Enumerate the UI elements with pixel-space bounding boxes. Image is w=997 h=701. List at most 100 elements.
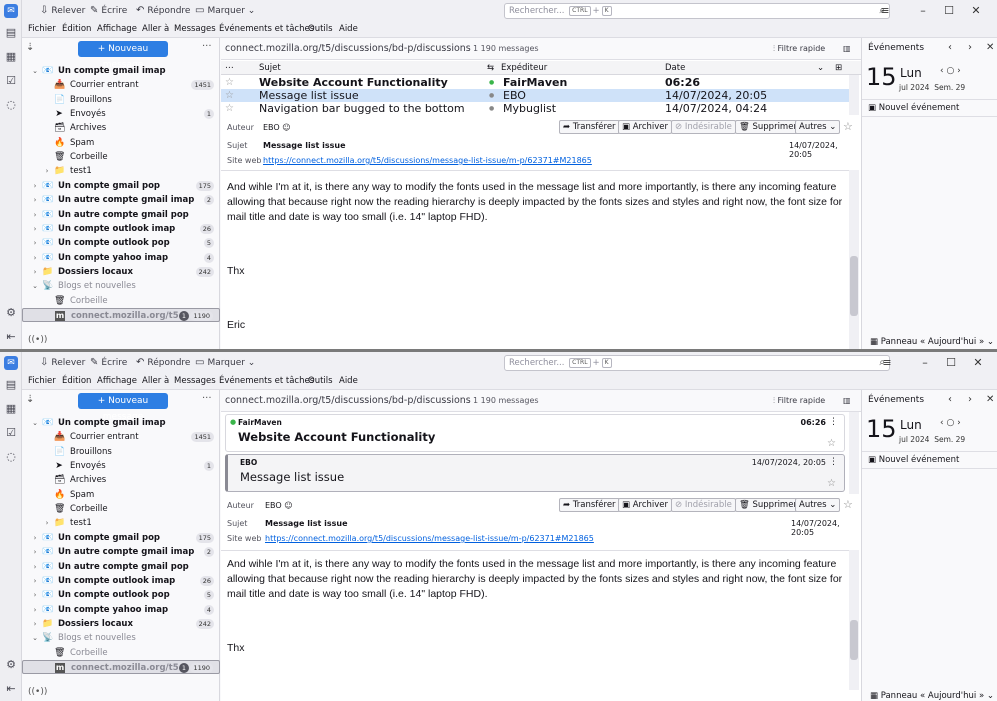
junk-button[interactable]: ⊘ Indésirable	[671, 120, 736, 134]
folder-item[interactable]: › 📧 Un compte outlook pop 5	[22, 236, 220, 250]
folder-item[interactable]: › 📧 Un autre compte gmail imap 2	[22, 193, 220, 207]
tasks-icon[interactable]: ☑	[4, 426, 18, 440]
folder-item[interactable]: m connect.mozilla.org/t5... 1 1190	[22, 659, 220, 674]
folder-item[interactable]: › 📧 Un compte outlook imap 26	[22, 574, 220, 588]
folder-item[interactable]: ⌄ 📧 Un compte gmail imap	[22, 64, 220, 78]
col-subject[interactable]: Sujet	[259, 63, 281, 73]
folder-item[interactable]: 📥 Courrier entrant 1451	[22, 78, 220, 92]
folder-item[interactable]: 🔥 Spam	[22, 136, 220, 150]
thread-col-icon[interactable]: ⋯	[225, 63, 234, 73]
write-button[interactable]: ✎ Écrire	[90, 355, 127, 371]
close-icon[interactable]: ✕	[967, 3, 985, 19]
body-scrollbar[interactable]	[849, 550, 859, 690]
message-card[interactable]: ● FairMaven 06:26 ⋮ Website Account Func…	[225, 414, 845, 452]
menu-help[interactable]: Aide	[339, 24, 358, 34]
chat-icon[interactable]: ◌	[4, 450, 18, 464]
scroll-thumb[interactable]	[850, 620, 858, 660]
settings-icon[interactable]: ⚙	[4, 306, 18, 320]
twisty-icon[interactable]: ›	[31, 208, 39, 222]
reply-button[interactable]: ↶ Répondre	[136, 355, 190, 371]
forward-button[interactable]: ➦ Transférer	[559, 120, 620, 134]
twisty-icon[interactable]: ›	[31, 617, 39, 631]
folder-item[interactable]: › 📧 Un compte gmail pop 175	[22, 531, 220, 545]
body-scrollbar[interactable]	[849, 170, 859, 349]
card-star-icon[interactable]: ☆	[827, 438, 836, 449]
col-date[interactable]: Date	[665, 63, 685, 73]
display-options-icon[interactable]: ▥	[843, 396, 851, 405]
prev-day-icon[interactable]: ‹ ○ ›	[940, 418, 961, 428]
message-card-selected[interactable]: EBO 14/07/2024, 20:05 ⋮ Message list iss…	[225, 454, 845, 492]
folder-item[interactable]: ⌄ 📧 Un compte gmail imap	[22, 416, 220, 430]
menu-help[interactable]: Aide	[339, 376, 358, 386]
twisty-icon[interactable]: ›	[31, 603, 39, 617]
folder-item[interactable]: 🗑 Corbeille	[22, 502, 220, 516]
twisty-icon[interactable]: ›	[31, 236, 39, 250]
menu-events[interactable]: Événements et tâches	[219, 376, 314, 386]
get-messages-icon[interactable]: ⇣	[26, 394, 34, 405]
twisty-icon[interactable]: ›	[43, 516, 51, 530]
twisty-icon[interactable]: ⌄	[31, 631, 39, 645]
new-message-button[interactable]: + Nouveau message	[78, 41, 168, 70]
collapse-icon[interactable]: ⇤	[4, 682, 18, 696]
chat-icon[interactable]: ◌	[4, 98, 18, 112]
search-input[interactable]: Rechercher... CTRL + K ⌕	[504, 355, 890, 371]
more-options-icon[interactable]: ···	[202, 41, 212, 52]
folder-item[interactable]: 📥 Courrier entrant 1451	[22, 430, 220, 444]
col-correspondent-icon[interactable]: ⇆	[487, 63, 494, 73]
author-value[interactable]: EBO ☺	[265, 501, 293, 510]
more-options-icon[interactable]: ···	[202, 393, 212, 404]
tag-button[interactable]: ▭ Marquer ⌄	[195, 355, 255, 371]
prev-icon[interactable]: ‹	[948, 394, 952, 405]
folder-item[interactable]: 🗃 Archives	[22, 473, 220, 487]
menu-file[interactable]: Fichier	[28, 24, 56, 34]
list-scrollbar[interactable]	[849, 412, 859, 494]
other-actions-button[interactable]: Autres ⌄	[795, 498, 841, 512]
folder-item[interactable]: ➤ Envoyés 1	[22, 459, 220, 473]
close-pane-icon[interactable]: ✕	[986, 394, 994, 405]
menu-edit[interactable]: Édition	[62, 376, 91, 386]
today-panel-toggle[interactable]: ▦ Panneau « Aujourd'hui » ⌄	[870, 691, 994, 701]
menu-events[interactable]: Événements et tâches	[219, 24, 314, 34]
menu-icon[interactable]: ≡	[878, 355, 896, 371]
menu-messages[interactable]: Messages	[174, 24, 216, 34]
twisty-icon[interactable]: ⌄	[31, 416, 39, 430]
collapse-icon[interactable]: ⇤	[4, 330, 18, 344]
folder-item[interactable]: › 📁 test1	[22, 516, 220, 530]
menu-tools[interactable]: Outils	[308, 24, 333, 34]
address-book-icon[interactable]: ▤	[4, 26, 18, 40]
next-icon[interactable]: ›	[968, 394, 972, 405]
folder-item[interactable]: › 📁 Dossiers locaux 242	[22, 265, 220, 279]
folder-item[interactable]: 🗑 Corbeille	[22, 294, 220, 308]
twisty-icon[interactable]: ›	[31, 265, 39, 279]
folder-item[interactable]: › 📧 Un compte yahoo imap 4	[22, 251, 220, 265]
maximize-icon[interactable]: ☐	[942, 355, 960, 371]
folder-item[interactable]: 📄 Brouillons	[22, 445, 220, 459]
folder-item[interactable]: › 📧 Un autre compte gmail imap 2	[22, 545, 220, 559]
new-event-button[interactable]: ▣ Nouvel événement	[862, 451, 997, 469]
twisty-icon[interactable]: ›	[31, 574, 39, 588]
folder-item[interactable]: ⌄ 📡 Blogs et nouvelles	[22, 279, 220, 293]
close-icon[interactable]: ✕	[969, 355, 987, 371]
col-sender[interactable]: Expéditeur	[501, 63, 547, 73]
menu-file[interactable]: Fichier	[28, 376, 56, 386]
folder-item[interactable]: › 📧 Un autre compte gmail pop	[22, 560, 220, 574]
menu-messages[interactable]: Messages	[174, 376, 216, 386]
folder-item[interactable]: › 📁 Dossiers locaux 242	[22, 617, 220, 631]
twisty-icon[interactable]: ⌄	[31, 279, 39, 293]
calendar-icon[interactable]: ▦	[4, 402, 18, 416]
folder-item[interactable]: › 📧 Un compte gmail pop 175	[22, 179, 220, 193]
site-link[interactable]: https://connect.mozilla.org/t5/discussio…	[263, 156, 592, 165]
folder-item[interactable]: m connect.mozilla.org/t5... 1 1190	[22, 307, 220, 322]
menu-tools[interactable]: Outils	[308, 376, 333, 386]
row-star-icon[interactable]: ☆	[225, 76, 234, 89]
folder-item[interactable]: 🔥 Spam	[22, 488, 220, 502]
folder-item[interactable]: 🗑 Corbeille	[22, 150, 220, 164]
other-actions-button[interactable]: Autres ⌄	[795, 120, 841, 134]
folder-item[interactable]: › 📧 Un compte outlook imap 26	[22, 222, 220, 236]
table-row[interactable]: ☆ Message list issue ● EBO 14/07/2024, 20:05	[221, 89, 849, 102]
reply-button[interactable]: ↶ Répondre	[136, 3, 190, 19]
table-row[interactable]: ☆ Website Account Functionality ● FairMaven…	[221, 76, 849, 89]
close-pane-icon[interactable]: ✕	[986, 42, 994, 53]
site-link[interactable]: https://connect.mozilla.org/t5/discussio…	[265, 534, 594, 543]
card-menu-icon[interactable]: ⋮	[829, 417, 838, 427]
